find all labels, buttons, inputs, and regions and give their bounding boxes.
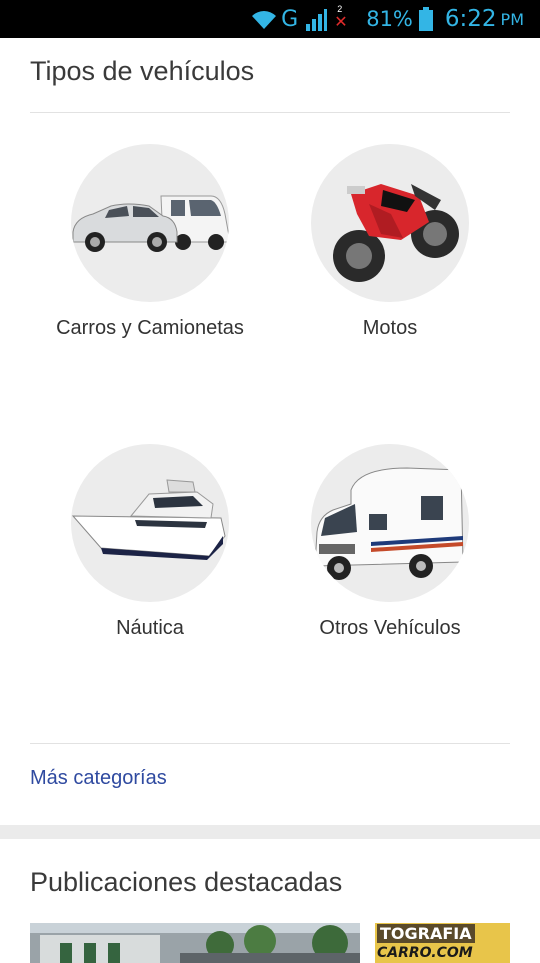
clock-ampm: PM [500, 9, 524, 29]
more-categories-link[interactable]: Más categorías [30, 767, 167, 790]
featured-photo-2-text: TOGRAFIA [377, 924, 475, 943]
category-motorcycles[interactable]: Motos [270, 144, 510, 340]
battery-icon [418, 7, 433, 31]
divider [30, 112, 510, 113]
featured-photo-1 [30, 923, 360, 963]
category-nautical[interactable]: Náutica [30, 444, 270, 640]
network-type-label: G [281, 6, 299, 32]
featured-item-2[interactable]: TOGRAFIA CARRO.COM [375, 923, 510, 963]
wifi-icon [249, 7, 279, 31]
section-title: Tipos de vehículos [30, 56, 255, 86]
battery-percent: 81% [366, 7, 413, 31]
featured-section: Publicaciones destacadas TOGRAFIA CARRO.… [0, 839, 540, 963]
divider [30, 743, 510, 744]
section-separator [0, 825, 540, 839]
clock-time: 6:22 [444, 6, 497, 32]
featured-item-1[interactable] [30, 923, 360, 963]
category-label: Motos [362, 317, 418, 339]
section-title: Publicaciones destacadas [30, 867, 343, 897]
motorhome-image [311, 444, 469, 602]
category-label: Carros y Camionetas [56, 317, 244, 339]
vehicle-types-section: Tipos de vehículos Carros y Camionetas M… [0, 38, 540, 825]
yacht-image [71, 444, 229, 602]
sim2-no-signal-icon: 2 ✕ [334, 4, 348, 31]
category-cars[interactable]: Carros y Camionetas [30, 144, 270, 340]
featured-photo-2-text: CARRO.COM [377, 945, 473, 961]
category-label: Otros Vehículos [319, 617, 461, 639]
category-other-vehicles[interactable]: Otros Vehículos [270, 444, 510, 640]
category-label: Náutica [116, 617, 184, 639]
signal-icon [304, 6, 328, 32]
motorcycle-image [311, 144, 469, 302]
status-bar: G 2 ✕ 81% 6:22 PM [0, 0, 540, 38]
car-van-image [71, 144, 229, 302]
